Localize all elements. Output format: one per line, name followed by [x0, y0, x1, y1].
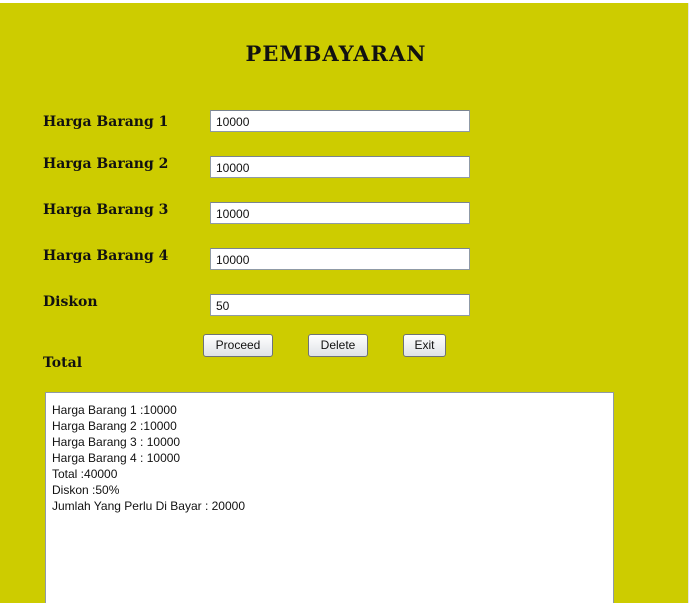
result-line: Harga Barang 1 :10000 [52, 403, 177, 417]
label-diskon: Diskon [43, 294, 98, 310]
diskon-field[interactable]: 50 [210, 294, 470, 316]
harga-barang-2-field[interactable]: 10000 [210, 156, 470, 178]
exit-button[interactable]: Exit [403, 334, 446, 357]
label-harga-barang-4: Harga Barang 4 [43, 248, 169, 264]
label-harga-barang-3: Harga Barang 3 [43, 202, 169, 218]
result-text-area[interactable]: Harga Barang 1 :10000 Harga Barang 2 :10… [45, 392, 614, 603]
result-line: Harga Barang 2 :10000 [52, 419, 177, 433]
harga-barang-4-field[interactable]: 10000 [210, 248, 470, 270]
proceed-button[interactable]: Proceed [203, 334, 273, 357]
label-harga-barang-1: Harga Barang 1 [43, 114, 169, 130]
delete-button[interactable]: Delete [308, 334, 368, 357]
label-harga-barang-2: Harga Barang 2 [43, 156, 169, 172]
window: PEMBAYARAN Harga Barang 1 10000 Harga Ba… [0, 0, 692, 603]
result-line: Harga Barang 3 : 10000 [52, 435, 181, 449]
result-line: Diskon :50% [52, 483, 120, 497]
harga-barang-3-field[interactable]: 10000 [210, 202, 470, 224]
label-total: Total [43, 355, 83, 371]
result-line: Harga Barang 4 : 10000 [52, 451, 181, 465]
result-line: Total :40000 [52, 467, 118, 481]
page-title: PEMBAYARAN [245, 41, 427, 66]
harga-barang-1-field[interactable]: 10000 [210, 110, 470, 132]
result-line: Jumlah Yang Perlu Di Bayar : 20000 [52, 499, 246, 513]
